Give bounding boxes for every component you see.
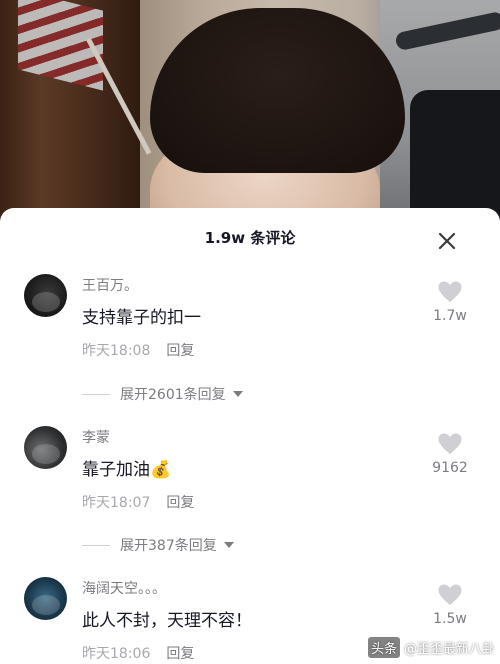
divider <box>82 544 110 546</box>
reply-button[interactable]: 回复 <box>166 495 194 511</box>
comment-time: 昨天18:08 <box>82 343 151 359</box>
comment-username[interactable]: 王百万。 <box>82 275 138 295</box>
comment-meta: 昨天18:07 回复 <box>82 492 194 512</box>
avatar[interactable] <box>24 426 67 469</box>
expand-replies-label: 展开387条回复 <box>120 538 217 554</box>
expand-replies-label: 展开2601条回复 <box>120 387 226 403</box>
heart-icon <box>438 584 462 605</box>
comment-count-title: 1.9w 条评论 <box>204 229 296 247</box>
avatar[interactable] <box>24 274 67 317</box>
comment-time: 昨天18:06 <box>82 646 151 662</box>
watermark: 头条 @歪歪最新八卦 <box>368 636 495 658</box>
caret-down-icon <box>232 391 243 397</box>
comment-username[interactable]: 李蒙 <box>82 427 110 447</box>
like-count: 1.7w <box>433 308 467 324</box>
like-button[interactable]: 9162 <box>424 432 476 476</box>
like-count: 9162 <box>432 460 468 476</box>
watermark-account: @歪歪最新八卦 <box>404 641 496 657</box>
video-background[interactable] <box>0 0 500 230</box>
watermark-source: 头条 <box>368 636 401 658</box>
close-icon <box>438 232 456 250</box>
expand-replies-button[interactable]: 展开387条回复 <box>82 535 235 555</box>
comment-sheet-header: 1.9w 条评论 <box>0 208 500 266</box>
comment-text: 靠子加油💰 <box>82 460 172 480</box>
comment-time: 昨天18:07 <box>82 495 151 511</box>
expand-replies-button[interactable]: 展开2601条回复 <box>82 384 244 404</box>
comment-text: 此人不封，天理不容！ <box>82 611 252 631</box>
heart-icon <box>438 281 462 302</box>
like-count: 1.5w <box>433 611 467 627</box>
comment-username[interactable]: 海阔天空。。。 <box>82 578 166 598</box>
comment-meta: 昨天18:08 回复 <box>82 340 194 360</box>
caret-down-icon <box>223 542 234 548</box>
like-button[interactable]: 1.7w <box>424 280 476 324</box>
like-button[interactable]: 1.5w <box>424 583 476 627</box>
person-hair <box>150 8 405 173</box>
comment-text: 支持靠子的扣一 <box>82 308 201 328</box>
divider <box>82 393 110 395</box>
reply-button[interactable]: 回复 <box>166 646 194 662</box>
avatar[interactable] <box>24 577 67 620</box>
reply-button[interactable]: 回复 <box>166 343 194 359</box>
comment-meta: 昨天18:06 回复 <box>82 643 194 663</box>
close-button[interactable] <box>432 226 462 256</box>
heart-icon <box>438 433 462 454</box>
